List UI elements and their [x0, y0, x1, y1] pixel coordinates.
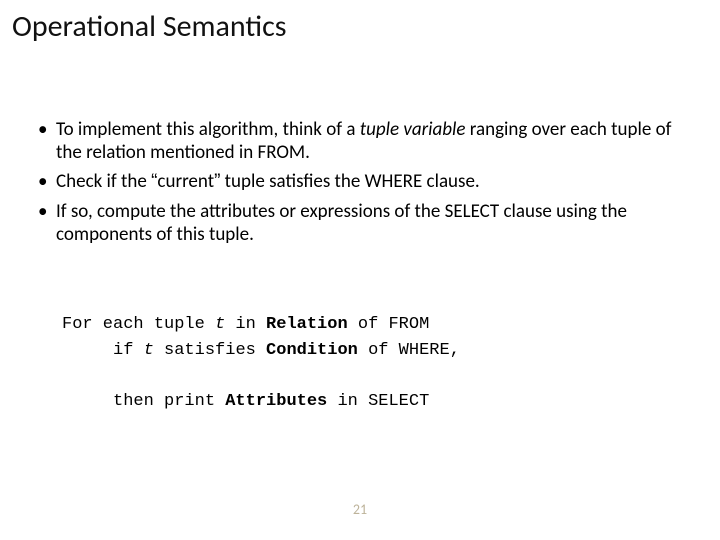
bullet-item-2: Check if the “current” tuple satisfies t…	[38, 170, 692, 193]
slide-title: Operational Semantics	[12, 8, 286, 45]
code-l2-c: of WHERE,	[358, 341, 460, 360]
bullet-1-text-pre: To implement this algorithm, think of a	[56, 118, 360, 141]
code-l1-t: t	[215, 315, 225, 334]
code-l3-b: in SELECT	[327, 392, 429, 411]
code-l1-b: in	[225, 315, 266, 334]
code-l3-a: then print	[62, 392, 225, 411]
pseudocode-block: For each tuple t in Relation of FROM if …	[62, 312, 680, 414]
code-l2-t: t	[144, 341, 154, 360]
bullet-2-text-pre: Check if the	[56, 170, 151, 193]
code-l1-a: For each tuple	[62, 315, 215, 334]
bullet-item-3: If so, compute the attributes or express…	[38, 200, 692, 246]
code-l2-condition: Condition	[266, 341, 358, 360]
code-l3-attributes: Attributes	[225, 392, 327, 411]
bullet-list: To implement this algorithm, think of a …	[38, 118, 692, 246]
code-l2-a: if	[62, 341, 144, 360]
code-l2-b: satisfies	[154, 341, 266, 360]
page-number: 21	[0, 501, 720, 518]
bullet-1-em: tuple variable	[360, 118, 466, 141]
bullet-2-text-post: tuple satisfies the WHERE clause.	[220, 170, 479, 193]
bullet-3-text: If so, compute the attributes or express…	[56, 200, 627, 246]
slide-body: To implement this algorithm, think of a …	[38, 118, 692, 252]
code-l1-relation: Relation	[266, 315, 348, 334]
bullet-item-1: To implement this algorithm, think of a …	[38, 118, 692, 164]
code-l1-c: of FROM	[348, 315, 430, 334]
slide: Operational Semantics To implement this …	[0, 0, 720, 540]
bullet-2-mid: current	[157, 170, 214, 193]
